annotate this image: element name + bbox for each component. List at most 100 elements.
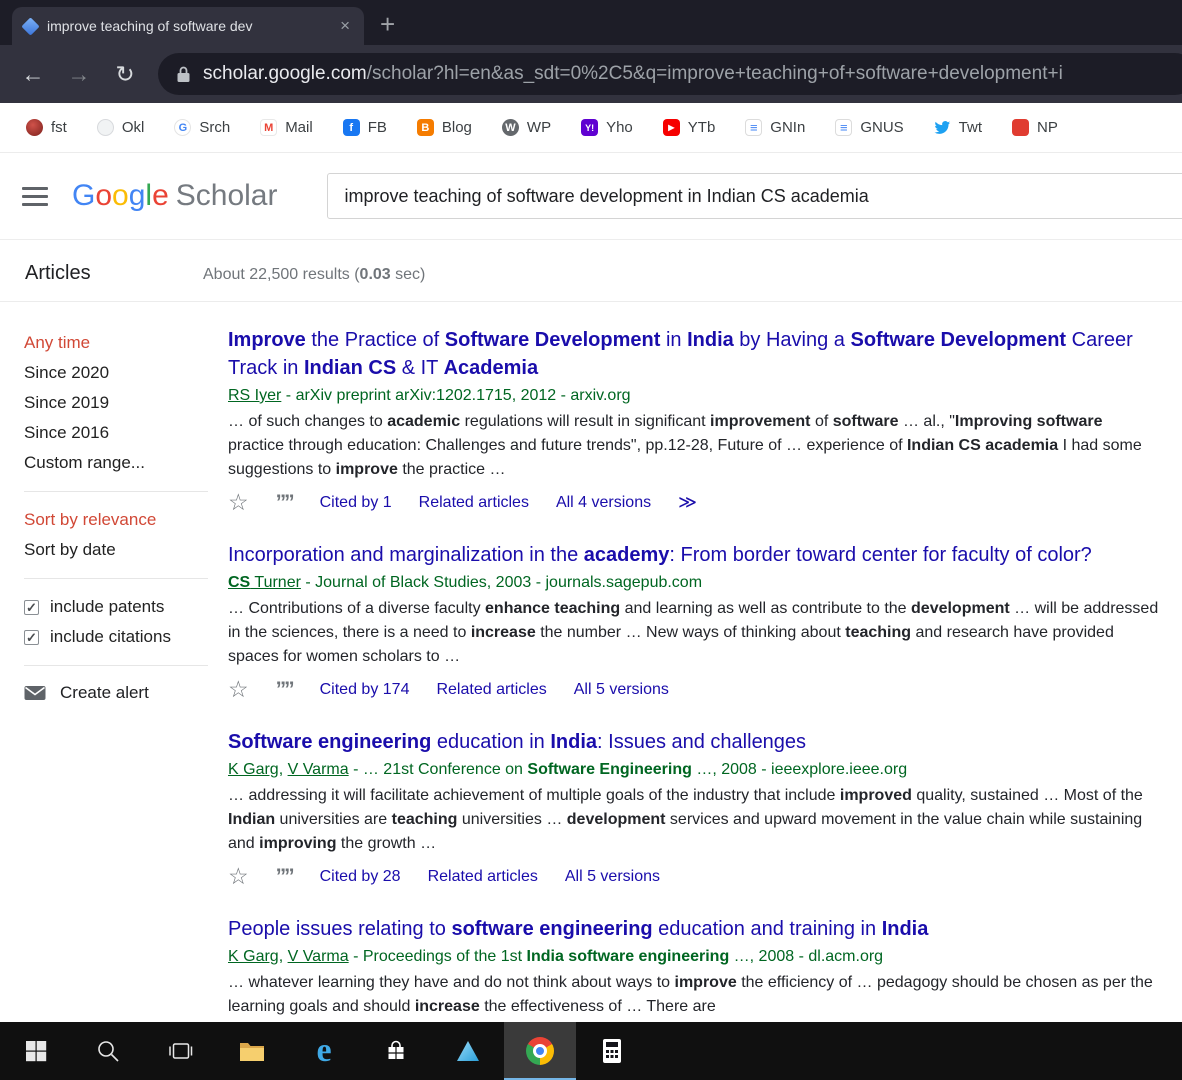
bookmark-np[interactable]: NP <box>1012 119 1058 136</box>
cited-by-link[interactable]: Cited by 1 <box>320 494 392 512</box>
checkbox-label: include citations <box>50 622 171 652</box>
bookmark-fst[interactable]: fst <box>26 119 67 136</box>
cite-icon[interactable]: ”” <box>276 679 293 700</box>
edge-button[interactable]: e <box>288 1022 360 1080</box>
result-title-link[interactable]: Software engineering education in India:… <box>228 728 1162 756</box>
file-explorer-button[interactable] <box>216 1022 288 1080</box>
cite-icon[interactable]: ”” <box>276 866 293 887</box>
bookmark-label: GNUS <box>860 119 903 136</box>
gmail-icon: M <box>260 119 277 136</box>
checkbox-icon[interactable]: ✓ <box>24 630 39 645</box>
bookmark-ytb[interactable]: ▶YTb <box>663 119 716 136</box>
cited-by-link[interactable]: Cited by 174 <box>320 681 410 699</box>
bookmark-mail[interactable]: M Mail <box>260 119 313 136</box>
result-byline[interactable]: RS Iyer - arXiv preprint arXiv:1202.1715… <box>228 384 1162 408</box>
result-snippet: … addressing it will facilitate achievem… <box>228 784 1162 856</box>
related-articles-link[interactable]: Related articles <box>428 868 538 886</box>
result-snippet: … of such changes to academic regulation… <box>228 410 1162 482</box>
save-star-icon[interactable]: ☆ <box>228 678 249 701</box>
result-title-link[interactable]: People issues relating to software engin… <box>228 915 1162 943</box>
save-star-icon[interactable]: ☆ <box>228 491 249 514</box>
bookmark-fb[interactable]: fFB <box>343 119 387 136</box>
result-title-link[interactable]: Improve the Practice of Software Develop… <box>228 326 1162 382</box>
result-byline[interactable]: K Garg, V Varma - … 21st Conference on S… <box>228 758 1162 782</box>
bookmark-label: NP <box>1037 119 1058 136</box>
address-bar[interactable]: scholar.google.com/scholar?hl=en&as_sdt=… <box>158 53 1182 95</box>
save-star-icon[interactable]: ☆ <box>228 865 249 888</box>
taskbar-search-button[interactable] <box>72 1022 144 1080</box>
scholar-header: GoogleScholar <box>0 153 1182 240</box>
result-snippet: … Contributions of a diverse faculty enh… <box>228 597 1162 669</box>
checkbox-label: include patents <box>50 592 164 622</box>
start-button[interactable] <box>0 1022 72 1080</box>
bookmark-srch[interactable]: GSrch <box>174 119 230 136</box>
reload-button[interactable]: ↻ <box>102 51 148 97</box>
forward-button[interactable]: → <box>56 51 102 97</box>
cite-icon[interactable]: ”” <box>276 492 293 513</box>
sort-by-date[interactable]: Sort by date <box>24 535 228 565</box>
search-input[interactable] <box>327 173 1182 219</box>
logo-letter: e <box>152 179 169 212</box>
all-versions-link[interactable]: All 5 versions <box>565 868 660 886</box>
result-byline[interactable]: K Garg, V Varma - Proceedings of the 1st… <box>228 945 1162 969</box>
tab-close-icon[interactable]: × <box>338 16 352 36</box>
bookmark-okl[interactable]: Okl <box>97 119 145 136</box>
results-list: Improve the Practice of Software Develop… <box>228 302 1182 1046</box>
all-versions-link[interactable]: All 4 versions <box>556 494 651 512</box>
twitter-icon <box>934 119 951 136</box>
result-actions: ☆ ”” Cited by 174 Related articles All 5… <box>228 678 1162 701</box>
result-byline[interactable]: CS Turner - Journal of Black Studies, 20… <box>228 571 1162 595</box>
menu-hamburger-icon[interactable] <box>22 187 48 206</box>
results-header-bar: Articles About 22,500 results (0.03 sec) <box>0 240 1182 302</box>
sort-by-relevance[interactable]: Sort by relevance <box>24 505 228 535</box>
bookmark-gnus[interactable]: ≡ GNUS <box>835 119 903 136</box>
bookmark-yho[interactable]: Y!Yho <box>581 119 633 136</box>
result-title-link[interactable]: Incorporation and marginalization in the… <box>228 541 1162 569</box>
filter-since-2020[interactable]: Since 2020 <box>24 358 228 388</box>
related-articles-link[interactable]: Related articles <box>436 681 546 699</box>
google-news-icon: ≡ <box>835 119 852 136</box>
bookmark-label: Yho <box>606 119 633 136</box>
result-snippet: … whatever learning they have and do not… <box>228 971 1162 1019</box>
filter-since-2016[interactable]: Since 2016 <box>24 418 228 448</box>
blogger-icon: B <box>417 119 434 136</box>
bookmark-gnin[interactable]: ≡GNIn <box>745 119 805 136</box>
more-actions-icon[interactable]: ≫ <box>678 492 697 513</box>
divider <box>24 491 208 492</box>
calculator-button[interactable] <box>576 1022 648 1080</box>
bookmark-blog[interactable]: B Blog <box>417 119 472 136</box>
chrome-button[interactable] <box>504 1022 576 1080</box>
wordpress-icon: W <box>502 119 519 136</box>
windows-taskbar: e <box>0 1022 1182 1080</box>
search-result-2: Incorporation and marginalization in the… <box>228 541 1162 701</box>
filter-since-2019[interactable]: Since 2019 <box>24 388 228 418</box>
task-view-button[interactable] <box>144 1022 216 1080</box>
filter-custom-range[interactable]: Custom range... <box>24 448 228 478</box>
include-patents-checkbox[interactable]: ✓ include patents <box>24 592 228 622</box>
create-alert-link[interactable]: Create alert <box>24 683 228 703</box>
include-citations-checkbox[interactable]: ✓ include citations <box>24 622 228 652</box>
all-versions-link[interactable]: All 5 versions <box>574 681 669 699</box>
youtube-icon: ▶ <box>663 119 680 136</box>
check-icon: ✓ <box>26 631 37 644</box>
url-domain: scholar.google.com <box>203 63 367 84</box>
filter-any-time[interactable]: Any time <box>24 328 228 358</box>
paint3d-button[interactable] <box>432 1022 504 1080</box>
related-articles-link[interactable]: Related articles <box>419 494 529 512</box>
bookmark-label: FB <box>368 119 387 136</box>
bookmark-label: Blog <box>442 119 472 136</box>
cited-by-link[interactable]: Cited by 28 <box>320 868 401 886</box>
back-button[interactable]: ← <box>10 51 56 97</box>
checkbox-icon[interactable]: ✓ <box>24 600 39 615</box>
bookmark-label: Mail <box>285 119 313 136</box>
store-button[interactable] <box>360 1022 432 1080</box>
scholar-logo[interactable]: GoogleScholar <box>72 179 277 213</box>
bookmark-wp[interactable]: WWP <box>502 119 551 136</box>
new-tab-button[interactable]: + <box>380 11 395 37</box>
folder-icon <box>239 1040 265 1062</box>
bookmark-twt[interactable]: Twt <box>934 119 982 136</box>
create-alert-label: Create alert <box>60 683 149 703</box>
result-actions: ☆ ”” Cited by 1 Related articles All 4 v… <box>228 491 1162 514</box>
tab-strip: improve teaching of software dev × + <box>0 0 1182 45</box>
browser-tab[interactable]: improve teaching of software dev × <box>12 7 364 45</box>
